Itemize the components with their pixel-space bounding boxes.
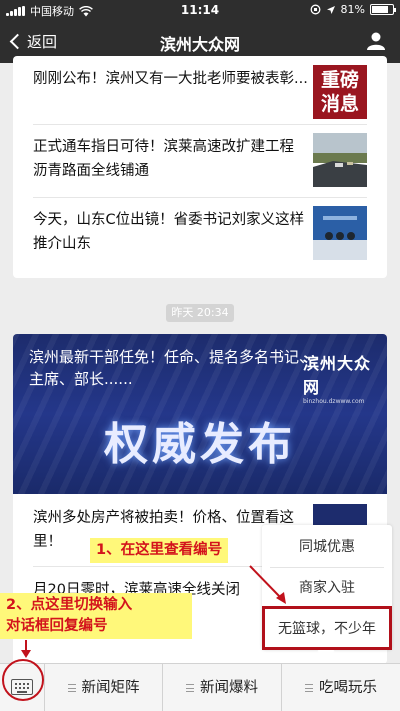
divider xyxy=(33,124,367,125)
menu-label: 新闻爆料 xyxy=(200,680,258,696)
thumb-line-2: 消息 xyxy=(320,93,359,115)
highway-photo-icon xyxy=(313,133,367,187)
battery-percent: 81% xyxy=(340,3,365,16)
menu-food-fun[interactable]: 吃喝玩乐 xyxy=(281,664,400,711)
menu-lines-icon xyxy=(305,684,313,692)
menu-lines-icon xyxy=(186,684,194,692)
orientation-lock-icon xyxy=(310,4,320,15)
article-row[interactable]: 刚刚公布！滨州又有一大批老师要被表彰... 重磅 消息 xyxy=(13,61,387,123)
annotation-step-2: 2、点这里切换输入 对话框回复编号 xyxy=(0,593,192,639)
headline-thumbnail: 重磅 消息 xyxy=(313,65,367,119)
menu-lines-icon xyxy=(67,684,76,692)
article-title: 今天，山东C位出镜！省委书记刘家义这样推介山东 xyxy=(33,212,305,252)
highlight-box-submenu-item xyxy=(262,606,392,650)
article-title: 刚刚公布！滨州又有一大批老师要被表彰... xyxy=(33,71,308,87)
battery-icon xyxy=(370,4,396,15)
banner-headline: 滨州最新干部任免！任命、提名多名书记、主席、部长...... xyxy=(29,348,315,388)
press-conference-photo-icon xyxy=(313,206,367,260)
page-title: 滨州大众网 xyxy=(159,35,240,54)
menu-news-matrix[interactable]: 新闻矩阵 xyxy=(44,664,162,711)
message-timestamp: 昨天 20:34 xyxy=(166,304,234,322)
article-row[interactable]: 正式通车指日可待！滨莱高速改扩建工程沥青路面全线铺通 xyxy=(13,129,387,191)
annotation-step-2-line-1: 2、点这里切换输入 xyxy=(6,597,133,613)
battery-level xyxy=(372,6,389,13)
submenu-item-merchant-join[interactable]: 商家入驻 xyxy=(262,568,392,608)
logo-url: binzhou.dzwww.com xyxy=(303,398,365,405)
article-card-top: 刚刚公布！滨州又有一大批老师要被表彰... 重磅 消息 正式通车指日可待！滨莱高… xyxy=(13,56,387,278)
annotation-step-1: 1、在这里查看编号 xyxy=(90,538,229,563)
article-title: 正式通车指日可待！滨莱高速改扩建工程沥青路面全线铺通 xyxy=(33,139,294,179)
highlight-circle-keyboard xyxy=(2,659,44,701)
menu-bar: 新闻矩阵 新闻爆料 吃喝玩乐 xyxy=(0,663,400,711)
status-bar: 中国移动 11:14 81% xyxy=(0,0,400,21)
news-logo: 滨州大众网 binzhou.dzwww.com xyxy=(303,350,373,405)
banner-big-text: 权威发布 xyxy=(104,419,296,470)
location-icon xyxy=(326,5,335,14)
thumb-line-1: 重磅 xyxy=(320,69,359,91)
annotation-step-2-line-2: 对话框回复编号 xyxy=(6,618,108,634)
person-icon[interactable] xyxy=(366,31,386,51)
menu-label: 新闻矩阵 xyxy=(81,680,140,696)
divider xyxy=(33,197,367,198)
banner-article[interactable]: 滨州最新干部任免！任命、提名多名书记、主席、部长...... 滨州大众网 bin… xyxy=(13,334,387,494)
article-row[interactable]: 今天，山东C位出镜！省委书记刘家义这样推介山东 xyxy=(13,202,387,264)
annotation-step-1-text: 1、在这里查看编号 xyxy=(96,542,223,558)
logo-mark: 滨州大众网 xyxy=(303,354,372,397)
menu-news-tips[interactable]: 新闻爆料 xyxy=(162,664,281,711)
submenu-item-local-deals[interactable]: 同城优惠 xyxy=(262,527,392,567)
menu-label: 吃喝玩乐 xyxy=(319,680,377,696)
